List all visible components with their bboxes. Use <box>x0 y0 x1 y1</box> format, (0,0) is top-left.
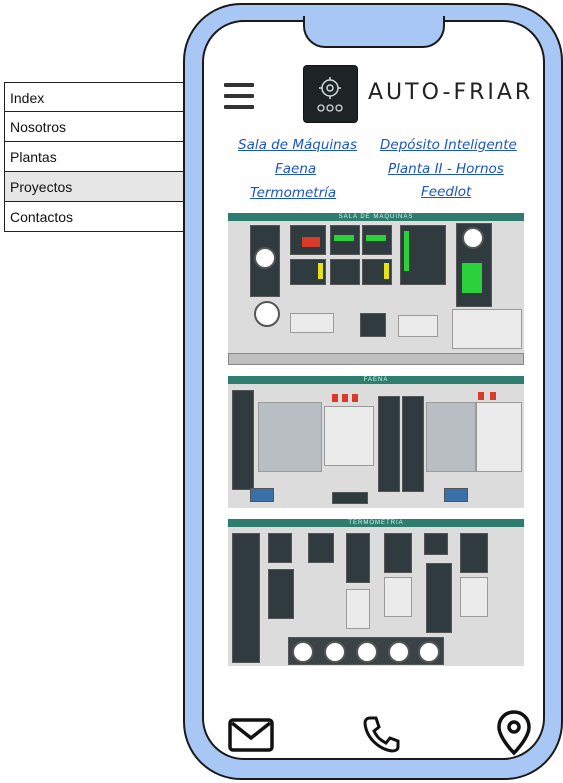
link-faena[interactable]: Faena <box>275 161 316 177</box>
scada-screenshot-sala-de-maquinas[interactable]: SALA DE MAQUINAS <box>228 213 524 365</box>
screenshot-title: SALA DE MAQUINAS <box>228 213 524 221</box>
phone-notch <box>303 16 445 48</box>
phone-icon[interactable] <box>362 715 400 758</box>
link-termometria[interactable]: Termometría <box>250 185 336 201</box>
location-pin-icon[interactable] <box>496 710 532 761</box>
gear-logo-icon[interactable] <box>303 65 358 123</box>
link-sala-de-maquinas[interactable]: Sala de Máquinas <box>238 137 357 153</box>
hamburger-icon[interactable] <box>224 83 254 111</box>
menu-item-proyectos[interactable]: Proyectos <box>4 172 204 202</box>
scada-screenshot-termometria[interactable]: TERMOMETRIA <box>228 519 524 666</box>
menu-item-nosotros[interactable]: Nosotros <box>4 112 204 142</box>
brand-name: AUTO-FRIAR <box>368 80 534 105</box>
screenshot-title: TERMOMETRIA <box>228 519 524 527</box>
link-feedlot[interactable]: Feedlot <box>421 184 471 200</box>
menu-item-contactos[interactable]: Contactos <box>4 202 204 232</box>
menu-item-plantas[interactable]: Plantas <box>4 142 204 172</box>
menu-item-index[interactable]: Index <box>4 82 204 112</box>
screenshot-title: FAENA <box>228 376 524 384</box>
scada-screenshot-faena[interactable]: FAENA <box>228 376 524 508</box>
mail-icon[interactable] <box>228 716 274 759</box>
side-menu: Index Nosotros Plantas Proyectos Contact… <box>4 82 204 232</box>
link-deposito-inteligente[interactable]: Depósito Inteligente <box>380 137 517 153</box>
link-planta-ii-hornos[interactable]: Planta II - Hornos <box>388 161 504 177</box>
